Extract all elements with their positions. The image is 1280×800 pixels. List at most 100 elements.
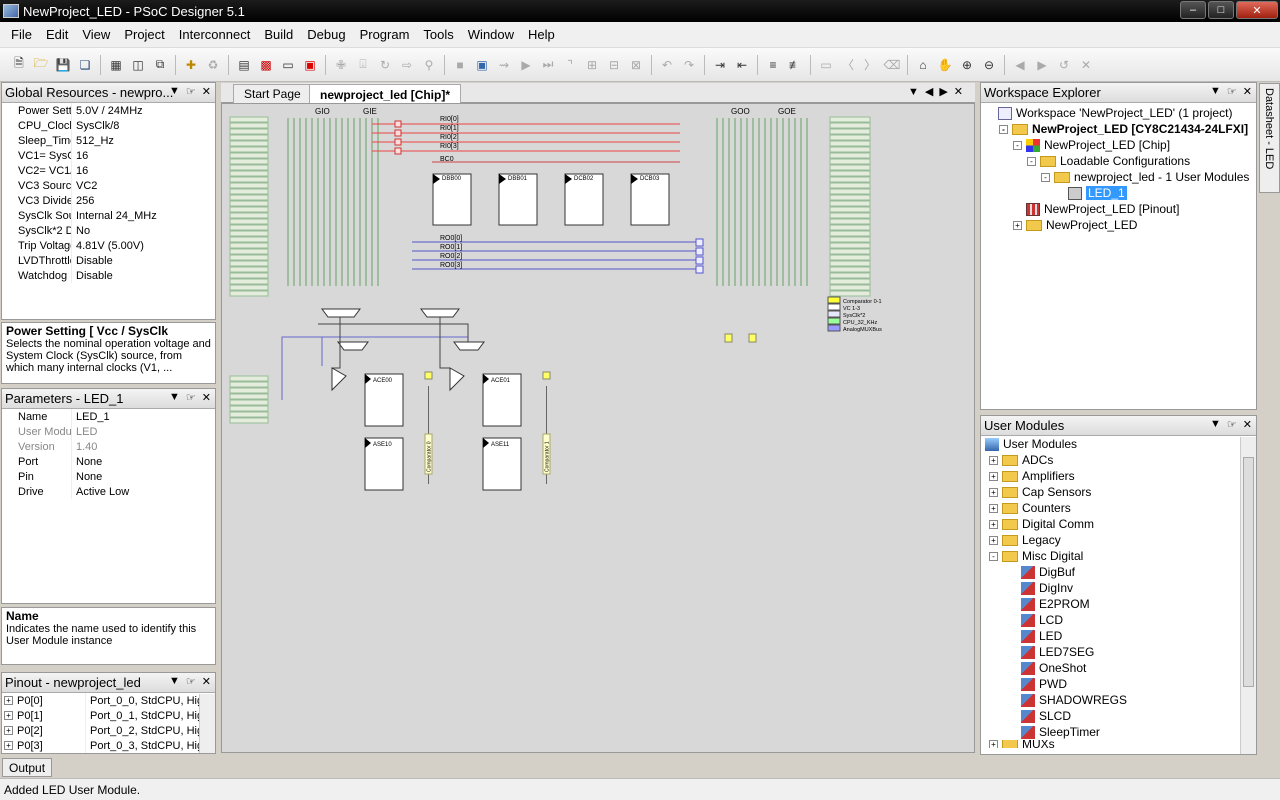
step-over-icon[interactable]: ⏭ xyxy=(539,56,557,74)
parameter-row[interactable]: Name LED_1 xyxy=(2,409,215,424)
dropdown-icon[interactable]: ▼ xyxy=(169,675,180,688)
parameter-row[interactable]: Drive Active Low xyxy=(2,484,215,499)
menu-interconnect[interactable]: Interconnect xyxy=(172,27,258,42)
save-icon[interactable]: 💾 xyxy=(54,56,72,74)
user-modules-root[interactable]: User Modules xyxy=(981,436,1256,452)
global-resource-row[interactable]: Watchdog EnDisable xyxy=(2,268,215,283)
parameter-value[interactable]: None xyxy=(72,456,102,468)
chip-canvas[interactable]: GIO GIE GOO GOE RI0[0] RI0[1] RI0[2] RI0[3] BC0 D… xyxy=(221,103,975,753)
rotate-icon[interactable]: ↻ xyxy=(376,56,394,74)
minimize-button[interactable]: – xyxy=(1180,1,1206,19)
global-resource-value[interactable]: 512_Hz xyxy=(72,135,114,147)
global-resource-value[interactable]: Disable xyxy=(72,255,113,267)
module-category[interactable]: + ADCs xyxy=(981,452,1256,468)
scroll-thumb[interactable] xyxy=(1243,457,1254,687)
placement-icon[interactable]: ▭ xyxy=(279,56,297,74)
dropdown-icon[interactable]: ▼ xyxy=(169,85,180,98)
stop-icon[interactable]: ■ xyxy=(451,56,469,74)
expand-icon[interactable]: + xyxy=(989,471,998,481)
uncomment-icon[interactable]: ≢ xyxy=(786,56,804,74)
module-category[interactable]: + Counters xyxy=(981,500,1256,516)
step-icon[interactable]: ⇝ xyxy=(495,56,513,74)
global-resource-value[interactable]: Internal 24_MHz xyxy=(72,210,157,222)
module-item[interactable]: SleepTimer xyxy=(981,724,1256,740)
workspace-item[interactable]: - Loadable Configurations xyxy=(981,153,1256,169)
global-resource-value[interactable]: 16 xyxy=(72,165,88,177)
memory-icon[interactable]: ⊠ xyxy=(627,56,645,74)
frame-icon[interactable]: ⊞ xyxy=(583,56,601,74)
menu-view[interactable]: View xyxy=(75,27,117,42)
comment-icon[interactable]: ≡ xyxy=(764,56,782,74)
menu-file[interactable]: File xyxy=(4,27,39,42)
expand-icon[interactable]: + xyxy=(4,726,13,735)
pinout-row[interactable]: + P0[0] Port_0_0, StdCPU, Hig xyxy=(2,693,215,708)
module-item[interactable]: DigBuf xyxy=(981,564,1256,580)
expand-icon[interactable]: + xyxy=(989,487,998,497)
workspace-item[interactable]: - NewProject_LED [Chip] xyxy=(981,137,1256,153)
run-icon[interactable]: ▶ xyxy=(517,56,535,74)
module-item[interactable]: SHADOWREGS xyxy=(981,692,1256,708)
tab-chip[interactable]: newproject_led [Chip]* xyxy=(309,84,462,104)
expand-icon[interactable]: + xyxy=(989,503,998,513)
workspace-item[interactable]: NewProject_LED [Pinout] xyxy=(981,201,1256,217)
unplace-icon[interactable]: ⍗ xyxy=(354,56,372,74)
maximize-button[interactable]: □ xyxy=(1208,1,1234,19)
menu-build[interactable]: Build xyxy=(257,27,300,42)
workspace-item[interactable]: LED_1 xyxy=(981,185,1256,201)
delete-module-icon[interactable]: ♻ xyxy=(204,56,222,74)
global-resource-row[interactable]: LVDThrottleBDisable xyxy=(2,253,215,268)
parameter-row[interactable]: Port None xyxy=(2,454,215,469)
tab-controls[interactable]: ▼◀▶✕ xyxy=(908,85,969,98)
global-resource-row[interactable]: VC2= VC1/N16 xyxy=(2,163,215,178)
module-category[interactable]: + Legacy xyxy=(981,532,1256,548)
window-icon[interactable]: ⊟ xyxy=(605,56,623,74)
module-category-open[interactable]: - Misc Digital xyxy=(981,548,1256,564)
config-icon[interactable]: ▦ xyxy=(107,56,125,74)
stop-browser-icon[interactable]: ✕ xyxy=(1077,56,1095,74)
menu-window[interactable]: Window xyxy=(461,27,521,42)
bookmark-icon[interactable]: ▭ xyxy=(817,56,835,74)
global-resource-row[interactable]: SysClk*2 DisNo xyxy=(2,223,215,238)
module-item[interactable]: PWD xyxy=(981,676,1256,692)
parameter-value[interactable]: LED xyxy=(72,426,97,438)
collapse-icon[interactable]: - xyxy=(989,551,998,561)
pin-icon[interactable]: ☞ xyxy=(186,85,196,98)
expand-icon[interactable]: + xyxy=(4,696,13,705)
global-resource-row[interactable]: SysClk SourcInternal 24_MHz xyxy=(2,208,215,223)
expand-icon[interactable]: + xyxy=(989,535,998,545)
global-resource-value[interactable]: 5.0V / 24MHz xyxy=(72,105,143,117)
pinout-scrollbar[interactable] xyxy=(199,694,215,753)
add-module-icon[interactable]: ✚ xyxy=(182,56,200,74)
menu-debug[interactable]: Debug xyxy=(300,27,352,42)
workspace-item[interactable]: Workspace 'NewProject_LED' (1 project) xyxy=(981,105,1256,121)
workspace-item[interactable]: - NewProject_LED [CY8C21434-24LFXI] xyxy=(981,121,1256,137)
expand-icon[interactable]: - xyxy=(1041,172,1050,182)
close-panel-icon[interactable]: ✕ xyxy=(202,85,211,98)
lock-icon[interactable]: ⚲ xyxy=(420,56,438,74)
parameter-value[interactable]: None xyxy=(72,471,102,483)
close-panel-icon[interactable]: ✕ xyxy=(202,391,211,404)
parameter-row[interactable]: Pin None xyxy=(2,469,215,484)
global-resource-value[interactable]: SysClk/8 xyxy=(72,120,119,132)
parameter-row[interactable]: User ModuleLED xyxy=(2,424,215,439)
pin-icon[interactable]: ☞ xyxy=(1227,418,1237,431)
expand-icon[interactable]: + xyxy=(4,741,13,750)
parameter-row[interactable]: Version 1.40 xyxy=(2,439,215,454)
global-resource-row[interactable]: CPU_Clock SysClk/8 xyxy=(2,118,215,133)
home-icon[interactable]: ⌂ xyxy=(914,56,932,74)
bracket-icon[interactable]: ⌝ xyxy=(561,56,579,74)
expand-icon[interactable]: + xyxy=(989,519,998,529)
clear-bookmark-icon[interactable]: ⌫ xyxy=(883,56,901,74)
module-category[interactable]: + Cap Sensors xyxy=(981,484,1256,500)
close-panel-icon[interactable]: ✕ xyxy=(1243,85,1252,98)
parameter-value[interactable]: LED_1 xyxy=(72,411,110,423)
next-placement-icon[interactable]: ⇨ xyxy=(398,56,416,74)
parameter-value[interactable]: Active Low xyxy=(72,486,129,498)
menu-project[interactable]: Project xyxy=(117,27,171,42)
datasheet-side-tab[interactable]: Datasheet - LED xyxy=(1259,83,1280,193)
module-item[interactable]: LED7SEG xyxy=(981,644,1256,660)
global-resource-value[interactable]: 4.81V (5.00V) xyxy=(72,240,144,252)
module-item[interactable]: LED xyxy=(981,628,1256,644)
expand-icon[interactable]: - xyxy=(1027,156,1036,166)
expand-icon[interactable]: + xyxy=(1013,220,1022,230)
